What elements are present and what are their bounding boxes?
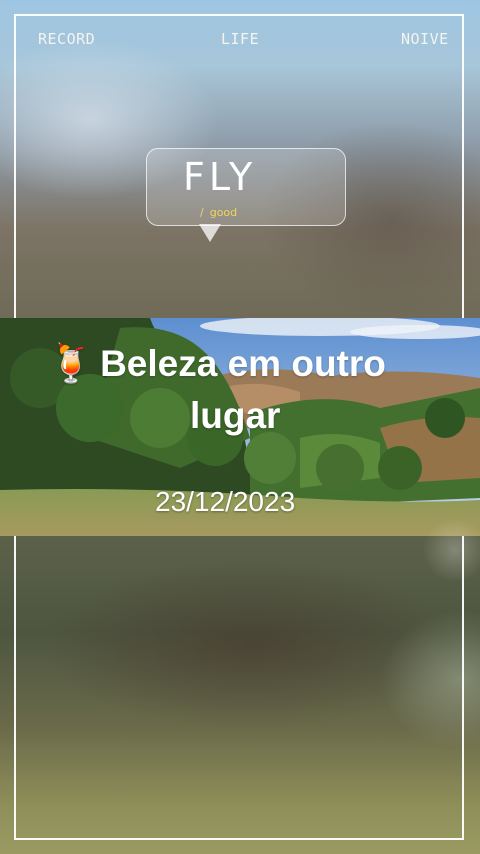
- life-label: LIFE: [221, 30, 260, 48]
- bubble-subtitle: / good: [200, 206, 237, 219]
- title-line-2: lugar: [190, 395, 281, 436]
- title-line-1: Beleza em outro: [100, 343, 386, 384]
- speech-bubble-tail: [199, 224, 221, 242]
- cocktail-icon: 🍹: [48, 342, 95, 385]
- post-title: 🍹 Beleza em outro lugar: [48, 338, 458, 442]
- subtitle-text: good: [209, 206, 238, 219]
- record-label: RECORD: [38, 30, 96, 48]
- post-date: 23/12/2023: [155, 486, 296, 517]
- subtitle-divider: /: [200, 206, 204, 219]
- bubble-title: FLY: [183, 155, 257, 199]
- noive-label: NOIVE: [401, 30, 449, 48]
